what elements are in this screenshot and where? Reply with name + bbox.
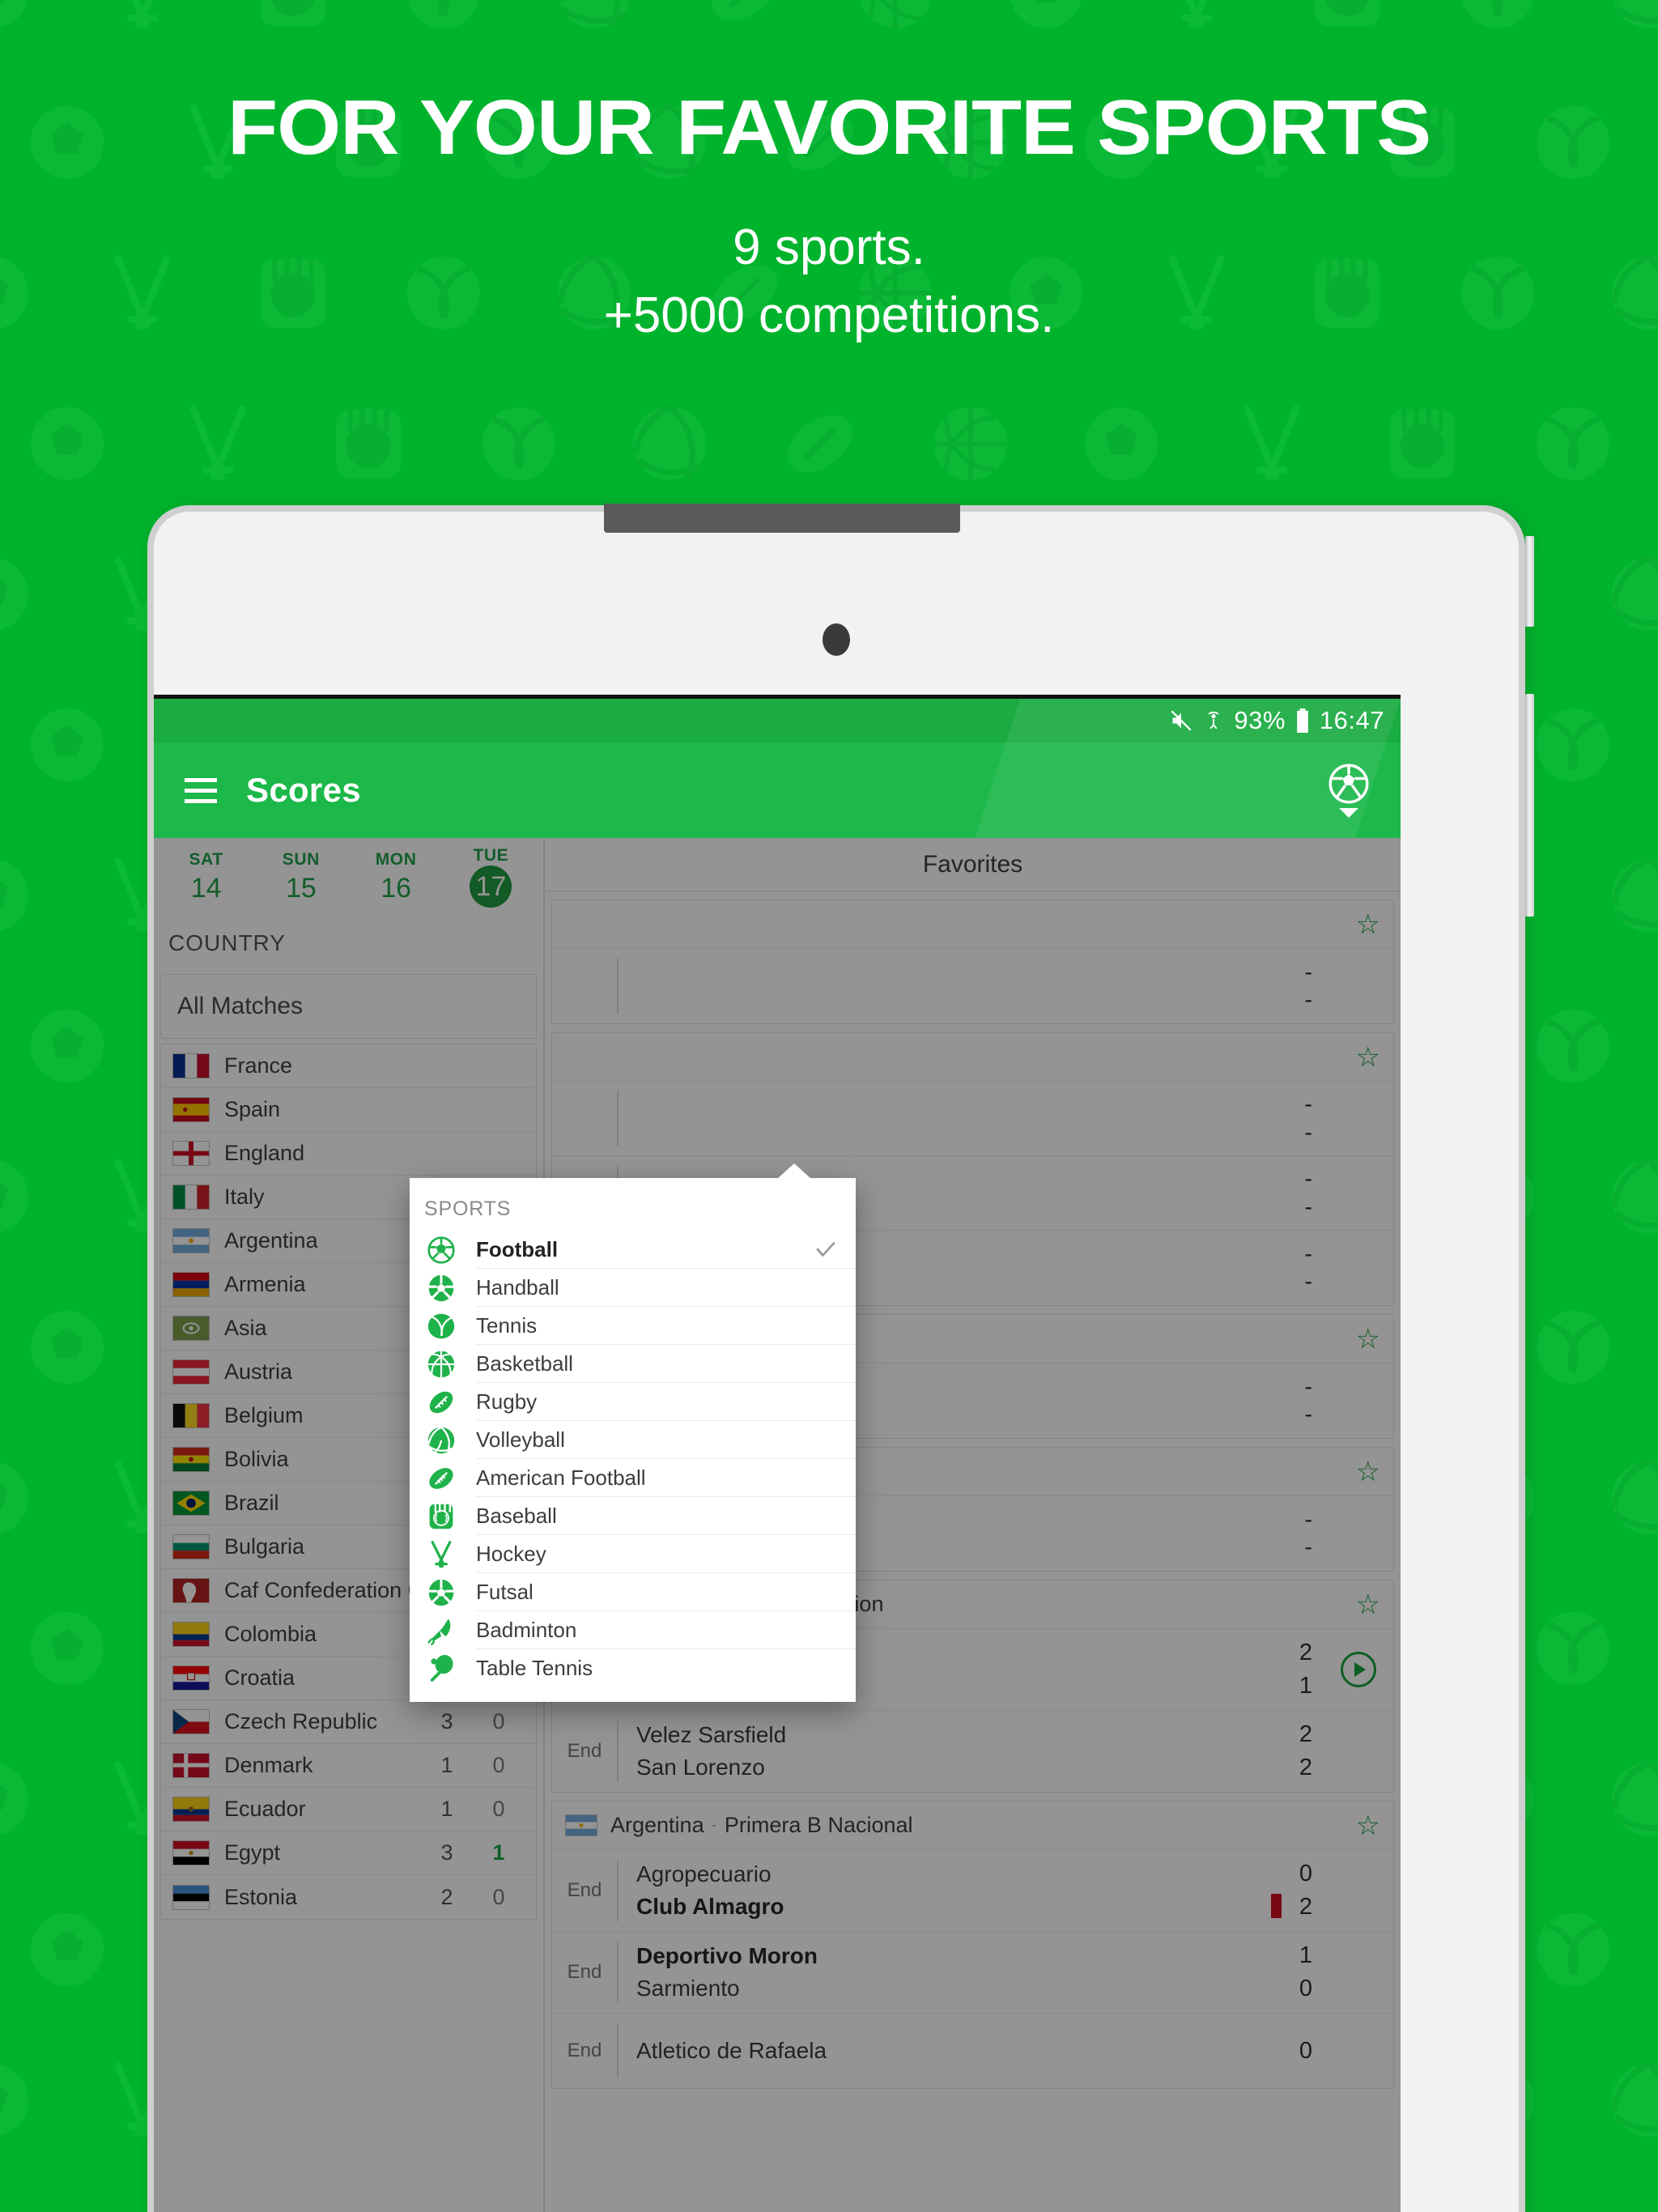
futsal-ball-icon: [424, 1578, 458, 1607]
handball-icon: [424, 1274, 458, 1303]
device-screen: 93% 16:47 Scores SAT 14 SUN 15 MON 16 TU…: [154, 695, 1401, 2212]
sport-label: Rugby: [476, 1389, 538, 1414]
promo-text-block: FOR YOUR FAVORITE SPORTS 9 sports. +5000…: [0, 89, 1658, 349]
soccer-ball-icon: [424, 1236, 458, 1265]
sport-item-volleyball[interactable]: Volleyball: [410, 1421, 856, 1459]
sports-list: Football Handball Tennis Basketball Rugby Vol…: [410, 1231, 856, 1687]
volleyball-icon: [424, 1426, 458, 1455]
sport-label: Badminton: [476, 1617, 577, 1642]
promo-background: FOR YOUR FAVORITE SPORTS 9 sports. +5000…: [0, 0, 1658, 2212]
sport-label: Baseball: [476, 1503, 557, 1528]
hockey-sticks-icon: [424, 1540, 458, 1569]
table-tennis-icon: [424, 1654, 458, 1683]
clock: 16:47: [1319, 706, 1384, 734]
sport-label: American Football: [476, 1465, 646, 1490]
sport-item-basketball[interactable]: Basketball: [410, 1345, 856, 1383]
power-button[interactable]: [1525, 536, 1534, 627]
tablet-device-frame: 93% 16:47 Scores SAT 14 SUN 15 MON 16 TU…: [154, 504, 1534, 2212]
shuttlecock-icon: [424, 1616, 458, 1645]
sports-dialog: SPORTS Football Handball Tennis Basketball R…: [410, 1163, 856, 1702]
status-bar: 93% 16:47: [154, 699, 1401, 742]
dialog-title: SPORTS: [424, 1197, 512, 1220]
app-bar: Scores: [154, 699, 1401, 838]
volume-button[interactable]: [1525, 694, 1534, 917]
check-icon: [814, 1237, 838, 1261]
sport-label: Basketball: [476, 1351, 573, 1376]
american-football-icon: [424, 1464, 458, 1493]
rugby-ball-icon: [424, 1388, 458, 1417]
sport-item-hockey[interactable]: Hockey: [410, 1535, 856, 1573]
promo-subtitle-line2: +5000 competitions.: [603, 287, 1055, 343]
sport-item-table-tennis[interactable]: Table Tennis: [410, 1649, 856, 1687]
sport-label: Tennis: [476, 1312, 538, 1338]
battery-icon: [1297, 708, 1308, 733]
sport-item-badminton[interactable]: Badminton: [410, 1611, 856, 1649]
sport-label: Football: [476, 1236, 559, 1261]
promo-subtitle-line1: 9 sports.: [733, 219, 925, 275]
sport-selector-button[interactable]: [1328, 763, 1370, 818]
hamburger-menu-icon[interactable]: [185, 777, 217, 803]
sport-item-football[interactable]: Football: [410, 1231, 856, 1269]
sport-item-futsal[interactable]: Futsal: [410, 1573, 856, 1611]
sport-label: Futsal: [476, 1579, 534, 1604]
chevron-down-icon: [1339, 808, 1358, 818]
tennis-ball-icon: [424, 1312, 458, 1341]
sport-item-tennis[interactable]: Tennis: [410, 1307, 856, 1345]
sport-label: Handball: [476, 1274, 559, 1300]
sport-item-baseball[interactable]: Baseball: [410, 1497, 856, 1535]
sport-item-american-football[interactable]: American Football: [410, 1459, 856, 1497]
dialog-caret: [778, 1163, 810, 1178]
sport-label: Table Tennis: [476, 1656, 593, 1680]
promo-subtitle: 9 sports. +5000 competitions.: [0, 214, 1658, 349]
sport-label: Volleyball: [476, 1427, 565, 1452]
sport-item-handball[interactable]: Handball: [410, 1269, 856, 1307]
mute-icon: [1171, 710, 1192, 731]
sport-label: Hockey: [476, 1541, 546, 1566]
football-icon: [1329, 764, 1369, 804]
battery-percent: 93%: [1234, 706, 1286, 734]
front-camera-icon: [823, 623, 850, 656]
baseball-glove-icon: [424, 1502, 458, 1531]
tablet-top-tab: [604, 504, 960, 533]
basketball-icon: [424, 1350, 458, 1379]
sport-item-rugby[interactable]: Rugby: [410, 1383, 856, 1421]
page-title: FOR YOUR FAVORITE SPORTS: [227, 84, 1431, 171]
wifi-icon: [1208, 711, 1219, 730]
app-title: Scores: [246, 771, 361, 809]
